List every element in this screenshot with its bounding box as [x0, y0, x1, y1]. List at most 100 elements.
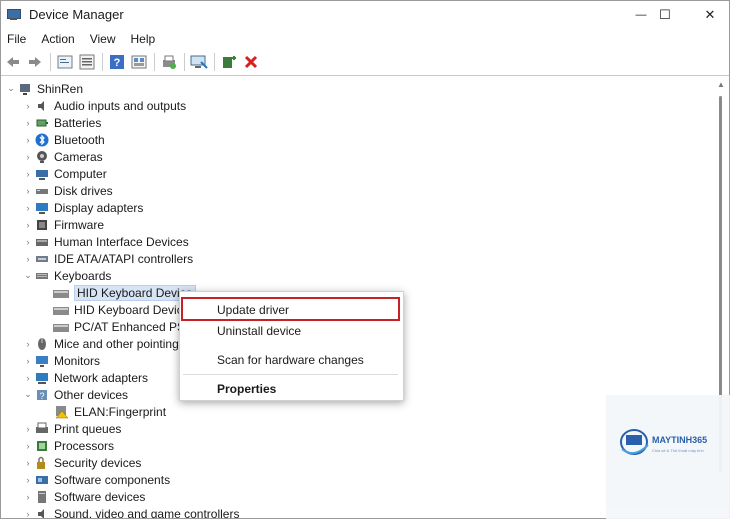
chevron-down-icon[interactable]: ⌄	[21, 389, 35, 400]
tree-item-hid-keyboard-2[interactable]: HID Keyboard Device	[53, 301, 189, 318]
chevron-right-icon[interactable]: ›	[21, 152, 35, 162]
tree-item-monitors[interactable]: › Monitors	[21, 352, 101, 369]
keyboard-device-icon	[53, 288, 69, 298]
uninstall-icon[interactable]	[242, 53, 260, 71]
sound-icon	[35, 507, 49, 518]
tree-root[interactable]: ⌄ ShinRen	[4, 80, 83, 97]
tree-item-bluetooth[interactable]: › Bluetooth	[21, 131, 105, 148]
speaker-icon	[35, 99, 49, 113]
watermark-brand: MAYTINH365	[652, 435, 708, 445]
update-driver-menu-item[interactable]: Update driver	[217, 303, 289, 317]
tree-item-security[interactable]: › Security devices	[21, 454, 142, 471]
print-icon[interactable]	[160, 53, 178, 71]
tree-item-print-queues[interactable]: › Print queues	[21, 420, 122, 437]
window-title: Device Manager	[29, 7, 124, 22]
tree-item-hid-keyboard-1[interactable]: HID Keyboard Device	[53, 284, 197, 301]
tree-item-processors[interactable]: › Processors	[21, 437, 115, 454]
security-icon	[35, 456, 49, 470]
toolbar-separator	[154, 53, 155, 71]
firmware-icon	[35, 218, 49, 232]
chevron-right-icon[interactable]: ›	[21, 101, 35, 111]
chevron-down-icon[interactable]: ⌄	[21, 270, 35, 281]
chevron-right-icon[interactable]: ›	[21, 492, 35, 502]
bluetooth-icon	[35, 133, 49, 147]
menu-action[interactable]: Action	[32, 32, 80, 46]
tree-item-keyboards[interactable]: ⌄ Keyboards	[21, 267, 111, 284]
tree-item-hid[interactable]: › Human Interface Devices	[21, 233, 189, 250]
maximize-button[interactable]: ☐	[642, 1, 688, 28]
tree-item-other-devices[interactable]: ⌄ ? Other devices	[21, 386, 128, 403]
tree-item-computer[interactable]: › Computer	[21, 165, 107, 182]
properties-menu-item[interactable]: Properties	[217, 382, 276, 396]
forward-icon[interactable]	[26, 53, 44, 71]
add-driver-icon[interactable]	[220, 53, 238, 71]
chevron-right-icon[interactable]: ›	[21, 441, 35, 451]
scroll-up-arrow-icon[interactable]: ▲	[717, 80, 725, 89]
tree-item-label: Security devices	[54, 455, 142, 470]
tree-item-firmware[interactable]: › Firmware	[21, 216, 105, 233]
chevron-right-icon[interactable]: ›	[21, 220, 35, 230]
monitor-icon	[35, 354, 49, 368]
tree-item-software-devices[interactable]: › Software devices	[21, 488, 146, 505]
chevron-right-icon[interactable]: ›	[21, 356, 35, 366]
chevron-right-icon[interactable]: ›	[21, 135, 35, 145]
tree-item-network[interactable]: › Network adapters	[21, 369, 149, 386]
svg-text:?: ?	[114, 57, 121, 69]
tree-item-label: Monitors	[54, 353, 101, 368]
computer-root-icon	[18, 82, 32, 96]
watermark: MAYTINH365 Chia sẻ & Thủ thuật máy tính	[606, 395, 730, 519]
toolbar-separator	[214, 53, 215, 71]
tree-item-batteries[interactable]: › Batteries	[21, 114, 102, 131]
scan-hardware-menu-item[interactable]: Scan for hardware changes	[217, 353, 364, 367]
network-icon	[35, 371, 49, 385]
scan-hardware-icon[interactable]	[190, 53, 208, 71]
tree-item-fingerprint[interactable]: ELAN:Fingerprint	[55, 403, 166, 420]
watermark-tagline: Chia sẻ & Thủ thuật máy tính	[652, 448, 704, 453]
tree-item-label: Processors	[54, 438, 115, 453]
tree-item-label: IDE ATA/ATAPI controllers	[54, 251, 194, 266]
chevron-right-icon[interactable]: ›	[21, 254, 35, 264]
camera-icon	[35, 150, 49, 164]
chevron-right-icon[interactable]: ›	[21, 475, 35, 485]
chevron-right-icon[interactable]: ›	[21, 237, 35, 247]
back-icon[interactable]	[4, 53, 22, 71]
properties-icon[interactable]	[56, 53, 74, 71]
help-icon[interactable]: ?	[108, 53, 126, 71]
menu-file[interactable]: File	[1, 32, 32, 46]
warning-device-icon	[55, 405, 69, 419]
chevron-right-icon[interactable]: ›	[21, 424, 35, 434]
tree-item-sound[interactable]: › Sound, video and game controllers	[21, 505, 239, 518]
tree-item-mice[interactable]: › Mice and other pointing	[21, 335, 179, 352]
chevron-right-icon[interactable]: ›	[21, 118, 35, 128]
chevron-right-icon[interactable]: ›	[21, 373, 35, 383]
toolbar-divider	[1, 75, 729, 76]
tree-item-label: Sound, video and game controllers	[54, 506, 240, 519]
chevron-right-icon[interactable]: ›	[21, 509, 35, 519]
tree-item-cameras[interactable]: › Cameras	[21, 148, 103, 165]
chevron-right-icon[interactable]: ›	[21, 339, 35, 349]
tree-root-label: ShinRen	[37, 81, 84, 96]
tree-item-label: Print queues	[54, 421, 122, 436]
chevron-right-icon[interactable]: ›	[21, 458, 35, 468]
device-list-icon[interactable]	[78, 53, 96, 71]
chevron-right-icon[interactable]: ›	[21, 186, 35, 196]
menu-help[interactable]: Help	[122, 32, 162, 46]
tree-item-ide[interactable]: › IDE ATA/ATAPI controllers	[21, 250, 194, 267]
tree-item-software-components[interactable]: › Software components	[21, 471, 171, 488]
chevron-down-icon[interactable]: ⌄	[4, 83, 18, 94]
tree-item-audio[interactable]: › Audio inputs and outputs	[21, 97, 187, 114]
chevron-right-icon[interactable]: ›	[21, 203, 35, 213]
view-icon[interactable]	[130, 53, 148, 71]
toolbar-separator	[184, 53, 185, 71]
keyboard-device-icon	[53, 305, 69, 315]
software-device-icon	[35, 490, 49, 504]
tree-item-display-adapters[interactable]: › Display adapters	[21, 199, 144, 216]
tree-item-label: Firmware	[54, 217, 104, 232]
menu-view[interactable]: View	[81, 32, 122, 46]
uninstall-device-menu-item[interactable]: Uninstall device	[217, 324, 301, 338]
close-button[interactable]: ✕	[687, 1, 729, 28]
tree-item-disk-drives[interactable]: › Disk drives	[21, 182, 113, 199]
tree-item-ps2-keyboard[interactable]: PC/AT Enhanced PS/2	[53, 318, 195, 335]
processor-icon	[35, 439, 49, 453]
chevron-right-icon[interactable]: ›	[21, 169, 35, 179]
